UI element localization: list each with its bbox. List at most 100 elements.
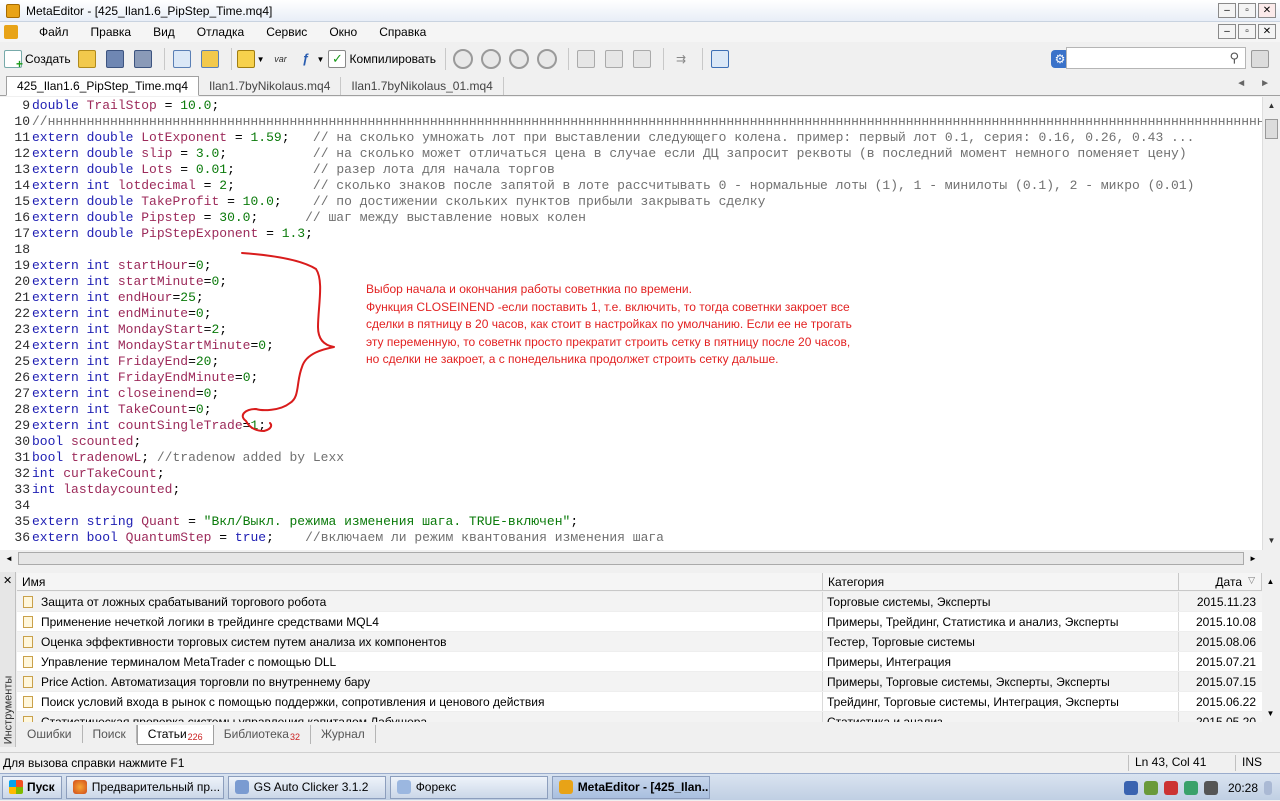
metatrader-button[interactable] <box>708 47 732 71</box>
tab-file-1[interactable]: 425_Ilan1.6_PipStep_Time.mq4 <box>6 76 199 96</box>
doc-close-button[interactable]: ✕ <box>1258 24 1276 39</box>
article-row[interactable]: Статистическая проверка системы управлен… <box>17 712 1262 722</box>
insert-function-button[interactable]: ƒ ▼ <box>297 47 325 71</box>
toolbox-tab-count: 226 <box>187 732 203 742</box>
tab-file-2[interactable]: Ilan1.7byNikolaus.mq4 <box>199 77 342 95</box>
navigator-button[interactable] <box>170 47 194 71</box>
maximize-button[interactable]: ▫ <box>1238 3 1256 18</box>
article-name: Защита от ложных срабатываний торгового … <box>17 592 823 611</box>
article-row[interactable]: Применение нечеткой логики в трейдинге с… <box>17 612 1262 632</box>
menu-edit[interactable]: Правка <box>80 25 143 39</box>
article-date: 2015.11.23 <box>1196 595 1256 609</box>
article-row[interactable]: Управление терминалом MetaTrader с помощ… <box>17 652 1262 672</box>
styler-button[interactable]: ▼ <box>236 47 265 71</box>
step-over-button[interactable] <box>602 47 626 71</box>
annotation-line: эту переменную, то советнк просто прекра… <box>366 334 851 349</box>
open-button[interactable] <box>75 47 99 71</box>
toolbox-tab[interactable]: Библиотека32 <box>214 725 311 744</box>
close-button[interactable]: ✕ <box>1258 3 1276 18</box>
article-date: 2015.07.21 <box>1195 655 1256 669</box>
file-tabs: 425_Ilan1.6_PipStep_Time.mq4 Ilan1.7byNi… <box>0 76 1280 96</box>
sync-icon[interactable] <box>1183 780 1198 795</box>
toggle-breakpoint-button[interactable]: ⇉ <box>669 47 693 71</box>
article-name: Price Action. Автоматизация торговли по … <box>17 672 823 691</box>
step-into-button[interactable] <box>574 47 598 71</box>
article-icon <box>23 655 33 668</box>
step-out-button[interactable] <box>630 47 654 71</box>
column-date-header[interactable]: Дата ▽ <box>1179 573 1262 591</box>
article-date: 2015.06.22 <box>1195 695 1256 709</box>
debug-pause-button[interactable] <box>507 47 531 71</box>
taskbar-item-forex[interactable]: Форекс <box>389 775 548 799</box>
debug-start-history-button[interactable] <box>479 47 503 71</box>
column-name-header[interactable]: Имя <box>17 573 823 591</box>
doc-restore-button[interactable]: ▫ <box>1238 24 1256 39</box>
toolbox-tab[interactable]: Поиск <box>83 725 137 743</box>
save-button[interactable] <box>103 47 127 71</box>
article-row[interactable]: Защита от ложных срабатываний торгового … <box>17 592 1262 612</box>
search-input[interactable] <box>1067 49 1230 67</box>
toolbar-separator <box>445 48 447 70</box>
code-editor[interactable]: 9 double TrailStop = 10.0; 10//ннннннннннн… <box>0 97 1262 550</box>
create-button[interactable]: + Создать <box>4 47 71 71</box>
toolbox-tab[interactable]: Ошибки <box>17 725 83 743</box>
scroll-left-icon[interactable]: ◄ <box>2 552 16 565</box>
menu-window[interactable]: Окно <box>318 25 368 39</box>
shield-icon[interactable] <box>1163 780 1178 795</box>
network-icon[interactable] <box>1143 780 1158 795</box>
articles-scrollbar[interactable]: ▲ ▼ <box>1262 573 1279 723</box>
task-label: MetaEditor - [425_Ilan... <box>577 780 710 794</box>
taskbar-item-firefox[interactable]: Предварительный пр... <box>65 775 224 799</box>
editor-vertical-scrollbar[interactable]: ▲ ▼ <box>1262 97 1279 550</box>
save-icon <box>105 50 124 68</box>
doc-minimize-button[interactable]: – <box>1218 24 1236 39</box>
show-desktop-icon[interactable] <box>1264 780 1272 795</box>
article-row[interactable]: Price Action. Автоматизация торговли по … <box>17 672 1262 692</box>
scroll-right-icon[interactable]: ► <box>1246 552 1260 565</box>
volume-icon[interactable] <box>1203 780 1218 795</box>
taskbar-item-autoclicker[interactable]: GS Auto Clicker 3.1.2 <box>227 775 386 799</box>
scroll-up-icon[interactable]: ▲ <box>1264 575 1277 589</box>
article-row[interactable]: Оценка эффективности торговых систем пут… <box>17 632 1262 652</box>
search-options-button[interactable] <box>1248 47 1272 71</box>
toolbox-tab-label: Библиотека <box>223 727 289 741</box>
autoclicker-icon <box>234 780 249 794</box>
menu-view[interactable]: Вид <box>142 25 186 39</box>
tab-scroll-right-icon[interactable]: ► <box>1260 78 1270 89</box>
scrollbar-thumb[interactable] <box>1265 119 1278 139</box>
taskbar-item-metaeditor[interactable]: MetaEditor - [425_Ilan... <box>551 775 710 799</box>
menu-file[interactable]: Файл <box>28 25 80 39</box>
tab-file-3[interactable]: Ilan1.7byNikolaus_01.mq4 <box>341 77 504 95</box>
search-icon[interactable]: ⚲ <box>1229 50 1239 66</box>
save-all-button[interactable] <box>131 47 155 71</box>
minimize-button[interactable]: – <box>1218 3 1236 18</box>
scroll-down-icon[interactable]: ▼ <box>1265 534 1278 548</box>
menu-tools[interactable]: Сервис <box>255 25 318 39</box>
language-icon[interactable] <box>1123 780 1138 795</box>
insert-variable-button[interactable]: var <box>269 47 293 71</box>
start-debug-history-icon <box>481 49 502 69</box>
debug-stop-button[interactable] <box>535 47 559 71</box>
start-button[interactable]: Пуск <box>2 775 62 799</box>
column-category-header[interactable]: Категория <box>823 573 1179 591</box>
scrollbar-thumb[interactable] <box>18 552 1244 565</box>
toolbox-button[interactable] <box>198 47 222 71</box>
search-box[interactable]: ⚲ <box>1066 47 1246 69</box>
toolbox-tab[interactable]: Журнал <box>311 725 376 743</box>
tab-scroll-left-icon[interactable]: ◄ <box>1236 78 1246 89</box>
article-date: 2015.07.15 <box>1195 675 1256 689</box>
compile-button[interactable]: ✓ Компилировать <box>328 47 436 71</box>
editor-horizontal-scrollbar[interactable]: ◄ ► <box>0 550 1262 567</box>
toolbox-tab[interactable]: Статьи226 <box>136 725 214 745</box>
menu-help[interactable]: Справка <box>368 25 437 39</box>
toolbox-tab-count: 32 <box>289 732 300 742</box>
article-row[interactable]: Поиск условий входа в рынок с помощью по… <box>17 692 1262 712</box>
taskbar-clock[interactable]: 20:28 <box>1228 781 1258 795</box>
article-name: Поиск условий входа в рынок с помощью по… <box>17 692 823 711</box>
menu-debug[interactable]: Отладка <box>186 25 255 39</box>
document-icon[interactable] <box>4 25 18 39</box>
toolbox-close-icon[interactable]: ✕ <box>3 574 12 587</box>
scroll-up-icon[interactable]: ▲ <box>1265 99 1278 113</box>
debug-start-real-button[interactable] <box>451 47 475 71</box>
scroll-down-icon[interactable]: ▼ <box>1264 707 1277 721</box>
